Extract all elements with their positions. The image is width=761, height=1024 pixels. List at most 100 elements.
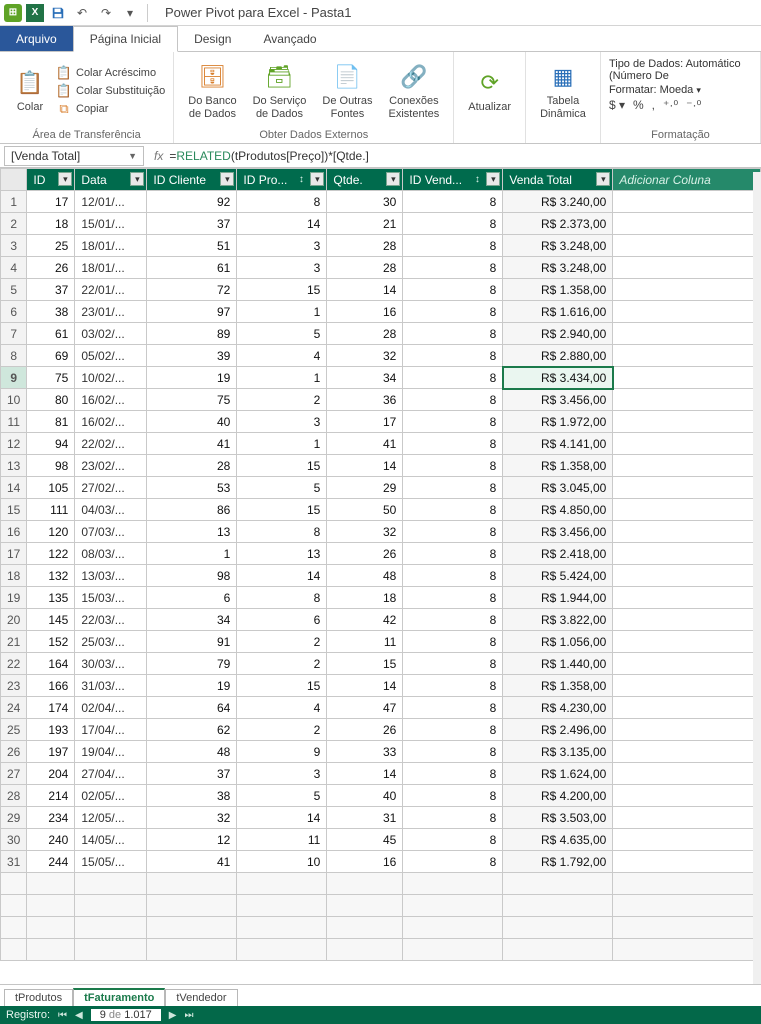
cell-empty[interactable] [613,235,761,257]
cell-vendedor[interactable]: 8 [403,455,503,477]
copy-button[interactable]: ⧉Copiar [56,100,165,118]
cell-data[interactable]: 15/05/... [75,851,147,873]
cell-produto[interactable]: 3 [237,411,327,433]
cell-id[interactable]: 197 [27,741,75,763]
column-header-data[interactable]: Data▾ [75,169,147,191]
table-row[interactable]: 53722/01/...7215148R$ 1.358,00 [1,279,761,301]
row-number[interactable]: 15 [1,499,27,521]
cell-id[interactable]: 98 [27,455,75,477]
cell-total[interactable]: R$ 1.440,00 [503,653,613,675]
cell-qtde[interactable]: 14 [327,279,403,301]
record-next-button[interactable]: ▶ [169,1010,177,1021]
table-row[interactable]: 2619719/04/...489338R$ 3.135,00 [1,741,761,763]
row-number[interactable]: 29 [1,807,27,829]
column-header-id[interactable]: ID▾ [27,169,75,191]
cell-qtde[interactable]: 28 [327,257,403,279]
table-row[interactable]: 2720427/04/...373148R$ 1.624,00 [1,763,761,785]
row-number[interactable]: 3 [1,235,27,257]
from-other-button[interactable]: 📄De Outras Fontes [316,59,378,121]
table-row[interactable]: 1612007/03/...138328R$ 3.456,00 [1,521,761,543]
row-number[interactable]: 13 [1,455,27,477]
format-label[interactable]: Formatar: Moeda ▾ [609,84,701,96]
cell-total[interactable]: R$ 2.418,00 [503,543,613,565]
cell-produto[interactable]: 5 [237,323,327,345]
cell-cliente[interactable]: 79 [147,653,237,675]
cell-cliente[interactable]: 41 [147,433,237,455]
table-row[interactable]: 3024014/05/...1211458R$ 4.635,00 [1,829,761,851]
cell-empty[interactable] [613,279,761,301]
table-row[interactable]: 2316631/03/...1915148R$ 1.358,00 [1,675,761,697]
row-number[interactable]: 20 [1,609,27,631]
table-row[interactable]: 2417402/04/...644478R$ 4.230,00 [1,697,761,719]
cell-cliente[interactable]: 92 [147,191,237,213]
cell-produto[interactable]: 1 [237,301,327,323]
cell-produto[interactable]: 1 [237,367,327,389]
row-number[interactable]: 2 [1,213,27,235]
table-row[interactable]: 2216430/03/...792158R$ 1.440,00 [1,653,761,675]
cell-total[interactable]: R$ 1.358,00 [503,455,613,477]
cell-total[interactable]: R$ 3.434,00 [503,367,613,389]
cell-qtde[interactable]: 16 [327,851,403,873]
row-number[interactable]: 1 [1,191,27,213]
cell-vendedor[interactable]: 8 [403,301,503,323]
cell-data[interactable]: 16/02/... [75,389,147,411]
cell-vendedor[interactable]: 8 [403,631,503,653]
column-header-produto[interactable]: ID Pro...↕▾ [237,169,327,191]
cell-vendedor[interactable]: 8 [403,741,503,763]
paste-replace-button[interactable]: 📋Colar Substituição [56,82,165,100]
select-all-corner[interactable] [1,169,27,191]
cell-id[interactable]: 75 [27,367,75,389]
cell-cliente[interactable]: 28 [147,455,237,477]
cell-cliente[interactable]: 37 [147,763,237,785]
record-position[interactable]: 9 de 1.017 [91,1009,161,1021]
cell-id[interactable]: 204 [27,763,75,785]
cell-empty[interactable] [613,191,761,213]
row-number[interactable]: 4 [1,257,27,279]
cell-qtde[interactable]: 17 [327,411,403,433]
cell-empty[interactable] [613,763,761,785]
cell-id[interactable]: 38 [27,301,75,323]
cell-vendedor[interactable]: 8 [403,785,503,807]
column-header-cliente[interactable]: ID Cliente▾ [147,169,237,191]
column-header-total[interactable]: Venda Total▾ [503,169,613,191]
cell-qtde[interactable]: 16 [327,301,403,323]
cell-produto[interactable]: 2 [237,719,327,741]
cell-vendedor[interactable]: 8 [403,213,503,235]
tab-file[interactable]: Arquivo [0,26,73,51]
table-row[interactable]: 3124415/05/...4110168R$ 1.792,00 [1,851,761,873]
paste-button[interactable]: 📋 Colar [8,65,52,115]
cell-cliente[interactable]: 89 [147,323,237,345]
cell-produto[interactable]: 15 [237,455,327,477]
cell-data[interactable]: 15/03/... [75,587,147,609]
cell-produto[interactable]: 9 [237,741,327,763]
measure-row[interactable] [1,939,761,961]
cell-qtde[interactable]: 30 [327,191,403,213]
cell-qtde[interactable]: 32 [327,345,403,367]
cell-total[interactable]: R$ 2.880,00 [503,345,613,367]
cell-vendedor[interactable]: 8 [403,807,503,829]
refresh-button[interactable]: ⟳Atualizar [462,65,517,115]
cell-id[interactable]: 240 [27,829,75,851]
cell-vendedor[interactable]: 8 [403,851,503,873]
tab-design[interactable]: Design [178,26,247,51]
cell-cliente[interactable]: 75 [147,389,237,411]
cell-id[interactable]: 234 [27,807,75,829]
cell-vendedor[interactable]: 8 [403,367,503,389]
cell-data[interactable]: 18/01/... [75,257,147,279]
cell-cliente[interactable]: 39 [147,345,237,367]
cell-empty[interactable] [613,345,761,367]
table-row[interactable]: 108016/02/...752368R$ 3.456,00 [1,389,761,411]
cell-cliente[interactable]: 34 [147,609,237,631]
cell-empty[interactable] [613,257,761,279]
cell-cliente[interactable]: 19 [147,675,237,697]
cell-vendedor[interactable]: 8 [403,235,503,257]
table-row[interactable]: 139823/02/...2815148R$ 1.358,00 [1,455,761,477]
measure-row[interactable] [1,917,761,939]
cell-empty[interactable] [613,455,761,477]
cell-produto[interactable]: 11 [237,829,327,851]
cell-qtde[interactable]: 11 [327,631,403,653]
cell-empty[interactable] [613,213,761,235]
cell-data[interactable]: 08/03/... [75,543,147,565]
filter-icon[interactable]: ▾ [596,172,610,186]
cell-qtde[interactable]: 29 [327,477,403,499]
